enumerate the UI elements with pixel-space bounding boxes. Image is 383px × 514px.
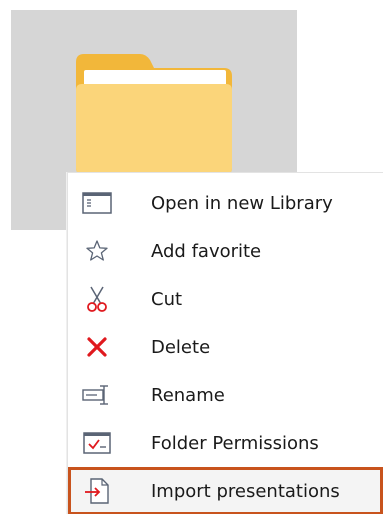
stage: Open in new Library Add favorite Cut Del… <box>0 0 383 514</box>
rename-icon <box>80 381 114 409</box>
import-icon <box>80 477 114 505</box>
menu-item-label: Delete <box>151 336 211 358</box>
folder-permissions-icon <box>80 429 114 457</box>
menu-item-add-favorite[interactable]: Add favorite <box>68 227 383 275</box>
menu-item-label: Open in new Library <box>151 192 333 214</box>
menu-item-label: Cut <box>151 288 183 310</box>
menu-item-folder-permissions[interactable]: Folder Permissions <box>68 419 383 467</box>
menu-item-import-presentations[interactable]: Import presentations <box>68 467 383 514</box>
context-menu: Open in new Library Add favorite Cut Del… <box>67 172 383 514</box>
menu-item-label: Folder Permissions <box>151 432 319 454</box>
menu-item-open-in-new-library[interactable]: Open in new Library <box>68 179 383 227</box>
menu-item-label: Rename <box>151 384 225 406</box>
star-outline-icon <box>80 237 114 265</box>
folder-icon <box>76 54 232 174</box>
menu-item-label: Add favorite <box>151 240 262 262</box>
menu-item-delete[interactable]: Delete <box>68 323 383 371</box>
open-library-icon <box>80 189 114 217</box>
menu-item-cut[interactable]: Cut <box>68 275 383 323</box>
scissors-icon <box>80 285 114 313</box>
menu-item-rename[interactable]: Rename <box>68 371 383 419</box>
menu-item-label: Import presentations <box>151 480 340 502</box>
delete-x-icon <box>80 333 114 361</box>
